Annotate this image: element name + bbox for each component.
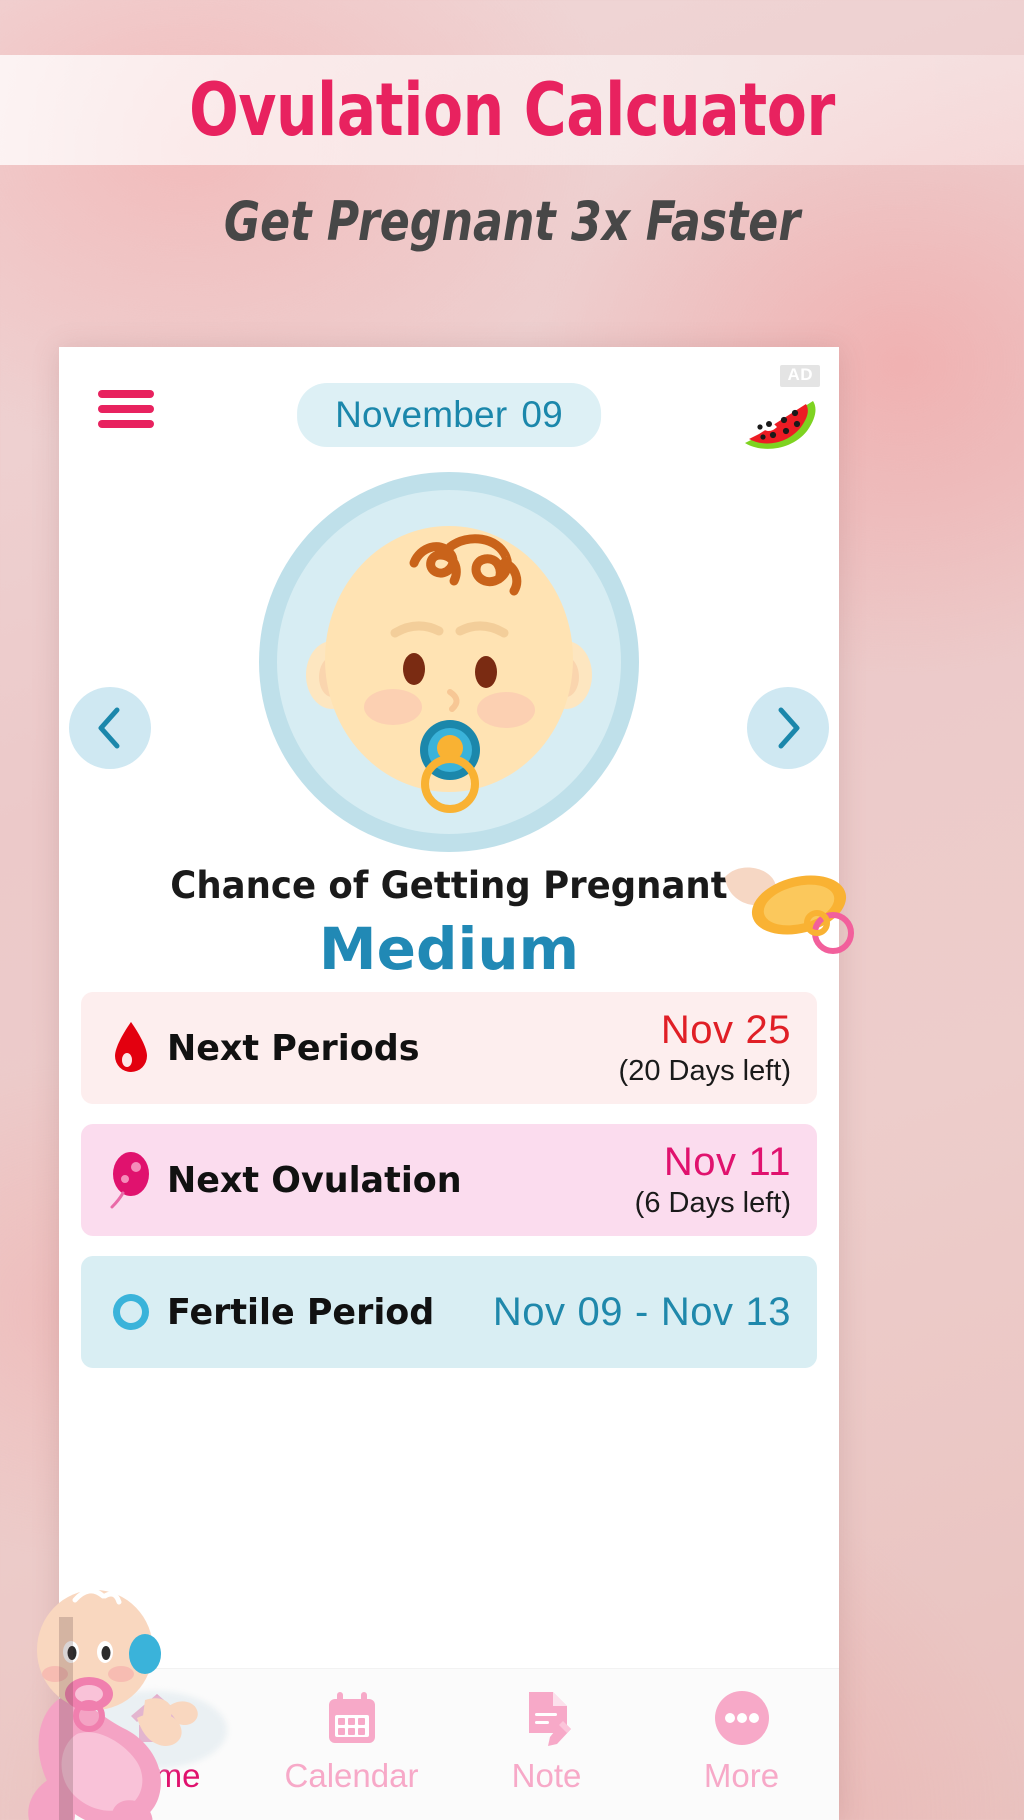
row-next-periods[interactable]: Next Periods Nov 25 (20 Days left): [81, 992, 817, 1104]
row-date-day: 11: [748, 1140, 791, 1184]
chevron-right-icon: [778, 707, 800, 749]
row-value-group: Nov 09- Nov 13: [493, 1290, 791, 1335]
row-days-left: (6 Days left): [634, 1187, 791, 1219]
more-dots-icon: [713, 1687, 771, 1749]
app-screen: November 09 AD Chance of Getting Pregnan…: [28, 347, 854, 1820]
chance-value: Medium: [318, 915, 580, 983]
promo-subtitle: Get Pregnant 3x Faster: [223, 190, 801, 253]
note-edit-icon: [519, 1687, 575, 1749]
chance-label: Chance of Getting Pregnant: [170, 864, 728, 907]
nav-glow-decoration: [77, 1691, 227, 1769]
row-date: Nov 11: [635, 1140, 791, 1185]
row-date-day-2: 13: [745, 1289, 791, 1334]
row-next-ovulation[interactable]: Next Ovulation Nov 11 (6 Days left): [81, 1124, 817, 1236]
row-label: Next Periods: [167, 1027, 420, 1069]
baby-face-icon: [259, 472, 639, 852]
hamburger-menu-icon[interactable]: [98, 390, 154, 428]
date-month-label: November: [335, 394, 508, 435]
baby-hero-illustration: [254, 467, 644, 857]
summary-rows: Next Periods Nov 25 (20 Days left) Next O…: [81, 992, 817, 1388]
bottom-navigation: Home Calendar Note More: [59, 1668, 839, 1820]
nav-label: More: [703, 1757, 780, 1794]
baby-head-icon: [103, 1288, 159, 1336]
row-date-day: 09: [577, 1289, 624, 1334]
row-value-group: Nov 25 (20 Days left): [619, 1008, 791, 1088]
blood-drop-icon: [103, 1020, 159, 1076]
row-days-left: (20 Days left): [618, 1055, 791, 1087]
row-date-month: Nov: [492, 1289, 566, 1334]
nav-item-calendar[interactable]: Calendar: [254, 1687, 449, 1795]
nav-label: Calendar: [284, 1757, 419, 1794]
date-day-label: 09: [521, 394, 563, 435]
row-fertile-period[interactable]: Fertile Period Nov 09- Nov 13: [81, 1256, 817, 1368]
row-date-range: Nov 09- Nov 13: [493, 1290, 791, 1335]
row-value-group: Nov 11 (6 Days left): [635, 1140, 791, 1220]
row-date-month-2: Nov: [660, 1289, 734, 1334]
range-separator: -: [635, 1289, 649, 1334]
nav-item-more[interactable]: More: [644, 1687, 839, 1795]
nav-label: Note: [511, 1757, 582, 1794]
promo-title: Ovulation Calcuator: [189, 67, 835, 153]
ad-badge: AD: [780, 365, 820, 387]
date-selector-pill[interactable]: November 09: [297, 383, 601, 447]
ovum-egg-icon: [103, 1150, 159, 1210]
row-date-month: Nov: [663, 1140, 737, 1184]
row-label: Fertile Period: [167, 1291, 435, 1333]
row-label: Next Ovulation: [167, 1159, 462, 1201]
next-day-button[interactable]: [747, 687, 829, 769]
row-date: Nov 25: [619, 1008, 791, 1053]
nav-item-note[interactable]: Note: [449, 1687, 644, 1795]
row-date-month: Nov: [660, 1008, 734, 1052]
previous-day-button[interactable]: [69, 687, 151, 769]
row-date-day: 25: [745, 1008, 791, 1052]
edge-shadow: [59, 1617, 73, 1820]
chevron-left-icon: [98, 707, 120, 749]
app-header: November 09 AD: [59, 347, 839, 471]
calendar-icon: [324, 1687, 380, 1749]
ad-banner-slot[interactable]: AD: [727, 365, 823, 461]
